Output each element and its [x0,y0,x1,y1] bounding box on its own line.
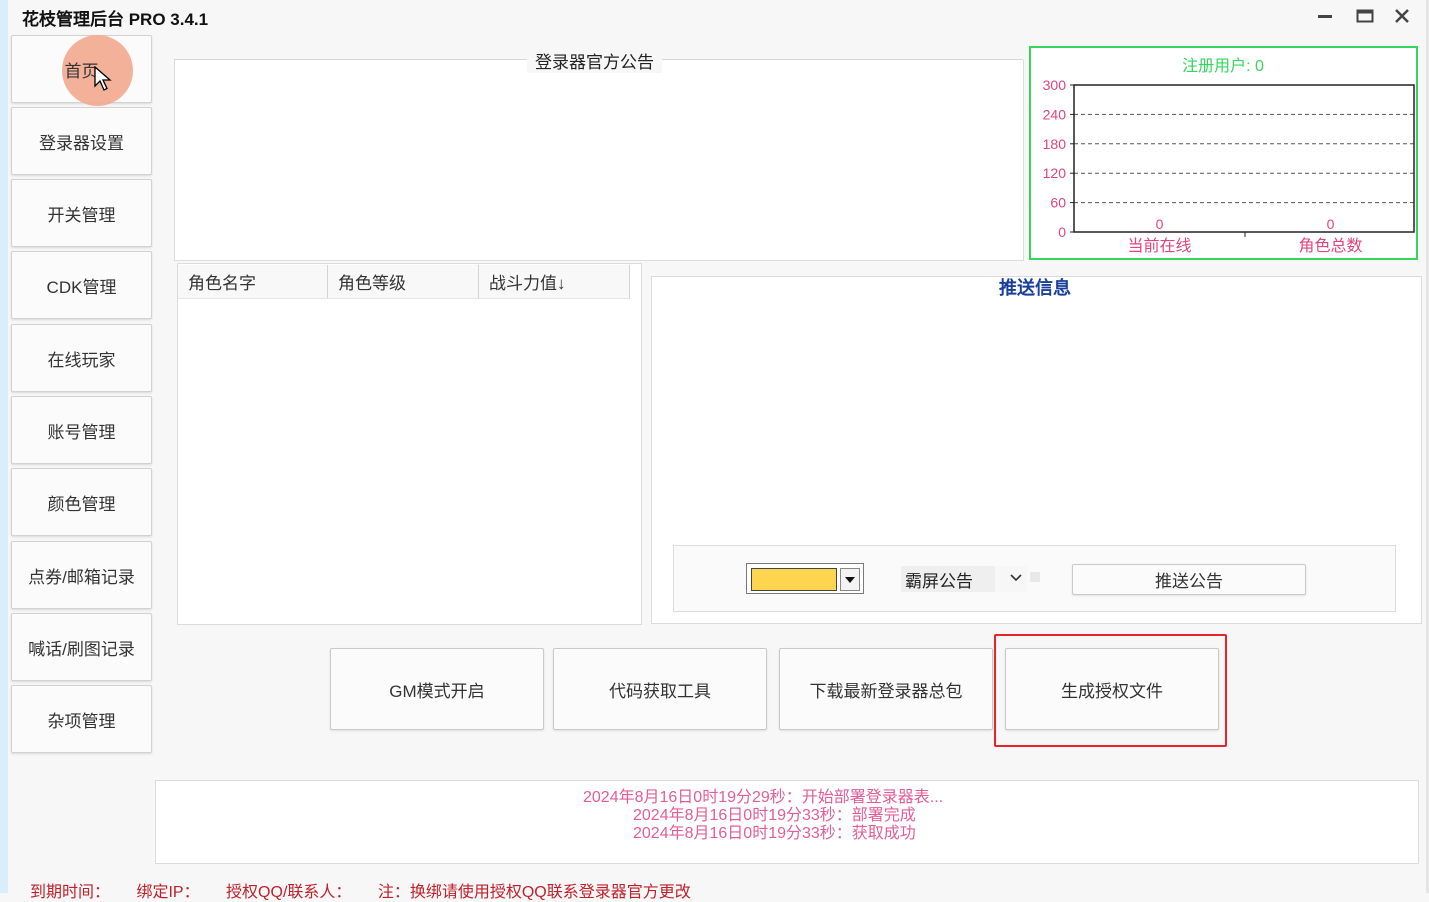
status-footer: 到期时间： 绑定IP： 授权QQ/联系人： 注：换绑请使用授权QQ联系登录器官方… [30,878,713,902]
download-pack-button[interactable]: 下载最新登录器总包 [779,648,993,730]
column-header-role-level[interactable]: 角色等级 [328,265,479,299]
notice-panel [174,60,1024,261]
y-tick-label: 0 [1058,224,1066,240]
gm-mode-button[interactable]: GM模式开启 [330,648,544,730]
announcement-type-value: 霸屏公告 [905,571,973,591]
sidebar-item-colors[interactable]: 颜色管理 [11,468,152,536]
plot-frame [1073,84,1415,233]
sidebar-item-label: 颜色管理 [47,494,116,514]
sidebar-item-label: 开关管理 [47,205,116,225]
x-tick-label: 角色总数 [1298,237,1362,255]
sidebar-item-points-mail[interactable]: 点券/邮箱记录 [11,541,152,609]
color-swatch [751,568,837,591]
sidebar-item-home[interactable]: 首页 [11,35,152,106]
sidebar-item-label: 杂项管理 [47,711,116,731]
data-label: 0 [1156,216,1164,232]
y-tick-label: 240 [1043,106,1067,122]
log-line: 2024年8月16日0时19分33秒：获取成功 [633,825,916,842]
checkbox-placeholder [1030,572,1040,582]
chevron-down-icon [1009,568,1023,591]
y-tick-label: 180 [1043,136,1067,152]
sidebar-item-label: 点券/邮箱记录 [28,567,135,587]
left-edge [0,0,8,893]
sidebar-item-accounts[interactable]: 账号管理 [11,396,152,464]
sidebar-item-switches[interactable]: 开关管理 [11,179,152,247]
color-picker[interactable] [746,563,864,594]
announcement-type-select[interactable]: 霸屏公告 [901,566,1027,592]
minimize-icon[interactable] [1311,4,1339,28]
sidebar-item-label: 登录器设置 [39,133,124,153]
code-tool-button[interactable]: 代码获取工具 [553,648,767,730]
sidebar-item-online-players[interactable]: 在线玩家 [11,324,152,392]
window-title: 花枝管理后台 PRO 3.4.1 [22,10,209,29]
stats-chart-svg: 注册用户: 0 0 60 120 180 240 300 0 当前在线 0 角色总数 [1043,57,1416,255]
maximize-icon[interactable] [1351,4,1379,28]
sidebar-item-misc[interactable]: 杂项管理 [11,685,152,753]
log-panel: 2024年8月16日0时19分29秒：开始部署登录器表... 2024年8月16… [155,780,1419,864]
y-tick-label: 60 [1050,195,1066,211]
sidebar-item-cdk[interactable]: CDK管理 [11,251,152,319]
column-header-combat-power[interactable]: 战斗力值↓ [479,265,630,299]
role-table [177,263,642,625]
highlight-frame [994,634,1227,747]
push-title: 推送信息 [999,278,1071,298]
title-bar: 花枝管理后台 PRO 3.4.1 [8,0,1426,32]
y-tick-label: 120 [1043,165,1067,181]
chart-title: 注册用户: 0 [1182,57,1264,75]
mouse-cursor-icon [94,66,112,91]
sidebar-item-launcher-settings[interactable]: 登录器设置 [11,107,152,175]
data-label: 0 [1327,216,1335,232]
x-tick-label: 当前在线 [1127,237,1191,255]
sidebar-item-label: CDK管理 [46,277,117,297]
notice-title: 登录器官方公告 [527,48,662,73]
dropdown-arrow-icon[interactable] [840,568,860,591]
send-announcement-button[interactable]: 推送公告 [1072,564,1306,595]
sidebar-item-label: 喊话/刷图记录 [28,639,135,659]
sidebar-item-label: 账号管理 [47,422,116,442]
stats-chart: 注册用户: 0 0 60 120 180 240 300 0 当前在线 0 角色总数 [1029,46,1418,260]
close-icon[interactable] [1388,4,1416,28]
y-tick-label: 300 [1043,77,1067,93]
sidebar-item-label: 在线玩家 [47,350,116,370]
column-header-role-name[interactable]: 角色名字 [178,265,328,299]
sidebar-item-shout-map[interactable]: 喊话/刷图记录 [11,613,152,681]
